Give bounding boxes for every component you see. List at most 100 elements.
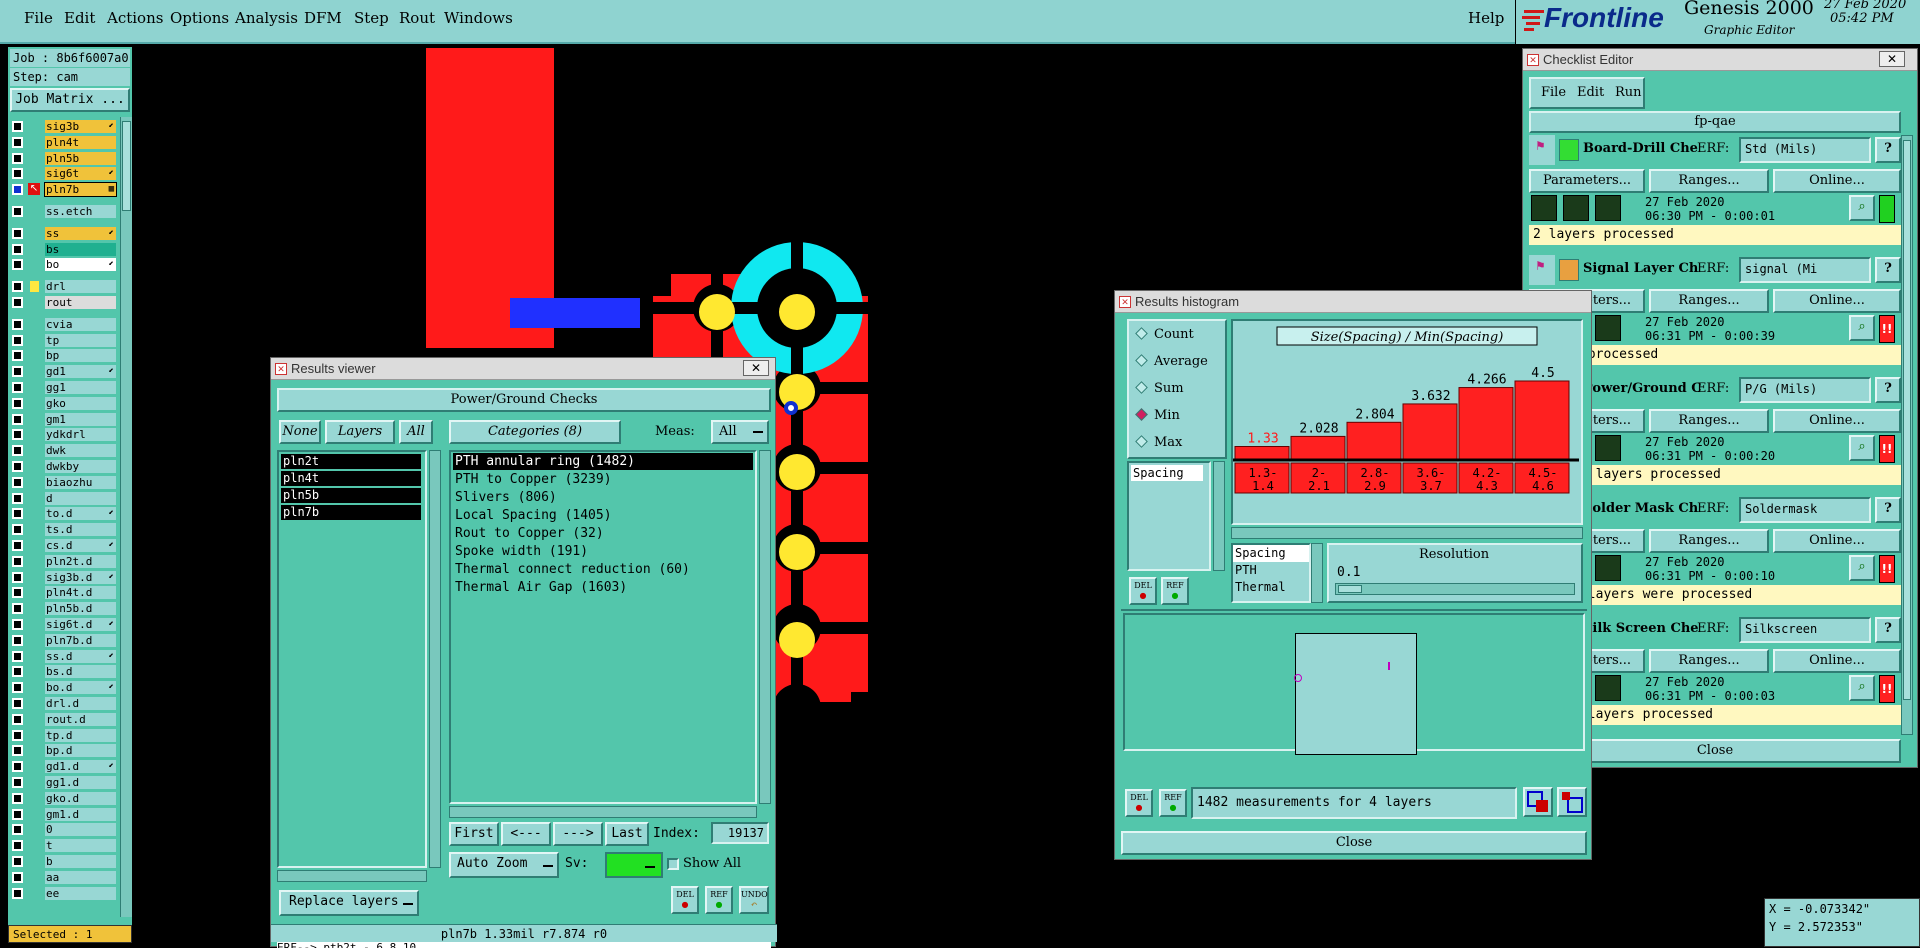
layer-row[interactable]: tp (8, 333, 120, 348)
help-button[interactable]: ? (1875, 377, 1901, 403)
layer-name[interactable]: gg1 (45, 381, 116, 394)
layer-checkbox[interactable] (12, 168, 23, 180)
layer-checkbox[interactable] (12, 587, 23, 599)
layer-checkbox[interactable] (12, 334, 23, 346)
layer-checkbox[interactable] (12, 445, 23, 457)
layer-name[interactable]: ydkdrl (45, 428, 116, 442)
item-flag-icon[interactable]: ⚑ (1529, 135, 1555, 165)
layer-row[interactable]: aa (8, 870, 120, 885)
layer-name[interactable]: ss ⬋ (45, 226, 116, 240)
layer-checkbox[interactable] (12, 184, 23, 196)
erf-field[interactable]: Soldermask (1739, 497, 1871, 523)
layer-name[interactable]: biaozhu (45, 475, 116, 489)
online-button[interactable]: Online... (1773, 169, 1901, 193)
layer-list-item[interactable]: pln4t (281, 471, 421, 486)
layer-checkbox[interactable] (12, 366, 23, 378)
category-item[interactable]: Local Spacing (1405) (453, 507, 753, 524)
layer-row[interactable]: ee (8, 886, 120, 901)
layer-checkbox[interactable] (12, 761, 23, 773)
replace-layers-select[interactable]: Replace layers (279, 890, 419, 916)
layer-checkbox[interactable] (12, 121, 23, 132)
hist-del-button[interactable]: DEL ● (1129, 577, 1157, 605)
layer-row[interactable]: bp (8, 348, 120, 363)
preview-ref-button[interactable]: REF ● (1159, 789, 1187, 817)
zoom-results-icon[interactable]: ⌕ (1849, 435, 1875, 461)
layer-name[interactable]: sig6t.d ⬋ (45, 618, 116, 631)
layer-row[interactable]: gd1.d ⬋ (8, 759, 120, 774)
layer-row[interactable]: rout (8, 295, 120, 310)
layer-checkbox[interactable] (12, 856, 23, 867)
help-button[interactable]: ? (1875, 497, 1901, 523)
layer-checkbox[interactable] (12, 713, 23, 725)
layer-row[interactable]: cs.d ⬋ (8, 538, 120, 553)
category-item[interactable]: PTH annular ring (1482) (453, 453, 753, 470)
help-button[interactable]: ? (1875, 137, 1901, 163)
layer-name[interactable]: gm1.d (45, 807, 116, 821)
ranges-button[interactable]: Ranges... (1649, 529, 1769, 553)
layer-checkbox[interactable] (12, 413, 23, 425)
layer-list-item[interactable]: pln2t (281, 454, 421, 469)
layers-hscrollbar[interactable] (277, 870, 427, 882)
layer-name[interactable]: sig3b ⬋ (45, 120, 116, 133)
layer-name[interactable]: gko (45, 396, 116, 410)
categories-hscrollbar[interactable] (449, 806, 757, 818)
stop-icon[interactable] (1595, 195, 1621, 221)
layer-name[interactable]: aa (45, 870, 116, 884)
slider-thumb[interactable] (1338, 585, 1362, 593)
mode-radio[interactable]: Sum (1133, 379, 1184, 399)
checklist-menu-edit[interactable]: Edit (1577, 85, 1604, 100)
layer-name[interactable]: bo ⬋ (45, 258, 116, 272)
first-button[interactable]: First (449, 822, 499, 846)
layer-row[interactable]: rout.d (8, 712, 120, 727)
layer-checkbox[interactable] (12, 382, 23, 393)
layer-checkbox[interactable] (12, 634, 23, 646)
layer-row[interactable]: ss ⬋ (8, 226, 120, 241)
scrollbar-thumb[interactable] (1903, 140, 1911, 700)
layer-row[interactable]: pln4t.d (8, 585, 120, 600)
layer-name[interactable]: bo.d ⬋ (45, 681, 116, 695)
category-item[interactable]: Spoke width (191) (453, 543, 753, 560)
online-button[interactable]: Online... (1773, 649, 1901, 673)
stop-icon[interactable] (1595, 435, 1621, 461)
layer-row[interactable]: cvia (8, 317, 120, 332)
layer-row[interactable]: sig6t ⬋ (8, 166, 120, 181)
erf-field[interactable]: P/G (Mils) (1739, 377, 1871, 403)
scrollbar-thumb[interactable] (122, 121, 131, 211)
zoom-out-button[interactable] (1557, 787, 1587, 817)
layer-row[interactable]: b (8, 854, 120, 869)
layer-name[interactable]: rout (45, 296, 116, 309)
layer-checkbox[interactable] (12, 508, 23, 520)
layer-row[interactable]: 0 (8, 822, 120, 837)
layer-checkbox[interactable] (12, 682, 23, 694)
layer-row[interactable]: ↖ pln7b ▦ (8, 182, 120, 198)
layer-name[interactable]: ts.d (45, 523, 116, 537)
layer-checkbox[interactable] (12, 318, 23, 330)
run-icon[interactable] (1531, 195, 1557, 221)
mode-radio[interactable]: Count (1133, 325, 1194, 345)
layer-row[interactable]: bp.d (8, 743, 120, 758)
ranges-button[interactable]: Ranges... (1649, 649, 1769, 673)
chart-hscrollbar[interactable] (1231, 527, 1583, 539)
layer-row[interactable]: ts.d (8, 522, 120, 537)
layer-name[interactable]: t (45, 839, 116, 853)
layer-name[interactable]: ss.d ⬋ (45, 649, 116, 663)
layer-row[interactable]: pln5b (8, 151, 120, 166)
layer-name[interactable]: tp (45, 333, 116, 347)
layer-name[interactable]: bs.d (45, 665, 116, 679)
stop-icon[interactable] (1595, 675, 1621, 701)
layer-list-item[interactable]: pln7b (281, 505, 421, 520)
category-item[interactable]: Rout to Copper (32) (453, 525, 753, 542)
layer-row[interactable]: ydkdrl (8, 427, 120, 442)
layer-checkbox[interactable] (12, 840, 23, 852)
layer-name[interactable]: cs.d ⬋ (45, 539, 116, 552)
layer-list-scrollbar[interactable] (120, 117, 132, 917)
layer-checkbox[interactable] (12, 603, 23, 615)
layer-row[interactable]: ss.etch (8, 204, 120, 219)
layer-checkbox[interactable] (12, 666, 23, 678)
menu-step[interactable]: Step (354, 9, 389, 27)
del-button[interactable]: DEL ● (671, 886, 699, 914)
layer-row[interactable]: drl.d (8, 696, 120, 711)
layer-name[interactable]: sig3b.d ⬋ (45, 570, 116, 584)
layer-checkbox[interactable] (12, 492, 23, 504)
layer-name[interactable]: pln7b ▦ (44, 182, 117, 198)
